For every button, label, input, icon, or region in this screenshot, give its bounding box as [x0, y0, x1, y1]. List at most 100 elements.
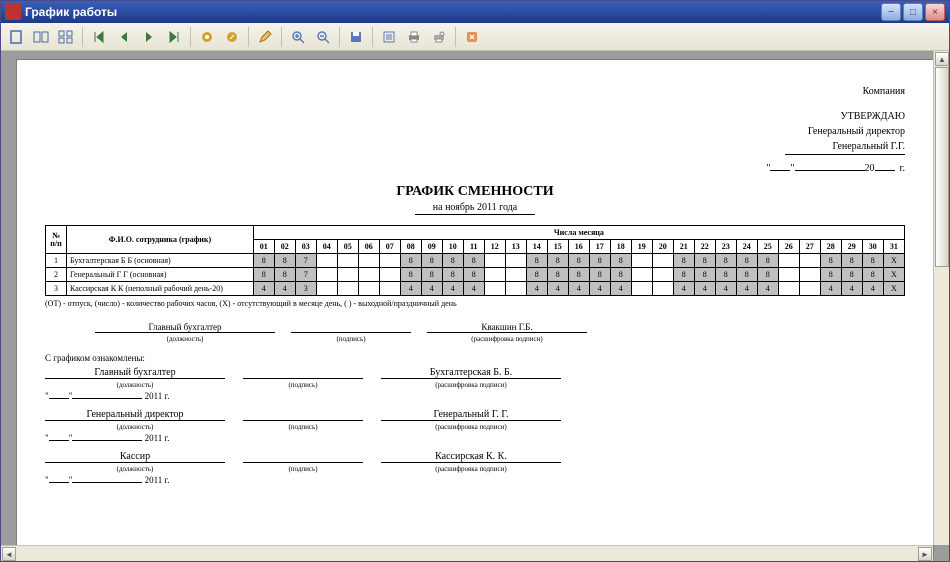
day-cell: 8: [673, 254, 694, 268]
approve-label: УТВЕРЖДАЮ: [45, 109, 905, 124]
day-cell: [337, 254, 358, 268]
toolbar: [1, 23, 949, 51]
day-cell: 8: [442, 254, 463, 268]
day-cell: X: [883, 254, 904, 268]
day-header: 29: [841, 240, 862, 254]
settings2-icon[interactable]: [221, 26, 243, 48]
day-cell: 8: [568, 254, 589, 268]
day-cell: [505, 254, 526, 268]
day-cell: 4: [841, 282, 862, 296]
day-cell: [631, 282, 652, 296]
day-header: 19: [631, 240, 652, 254]
day-cell: 8: [568, 268, 589, 282]
day-cell: [652, 268, 673, 282]
single-page-icon[interactable]: [5, 26, 27, 48]
export-icon[interactable]: [378, 26, 400, 48]
next-page-icon[interactable]: [138, 26, 160, 48]
multi-page-icon[interactable]: [55, 26, 77, 48]
day-cell: 8: [736, 254, 757, 268]
day-header: 20: [652, 240, 673, 254]
day-header: 24: [736, 240, 757, 254]
day-cell: [316, 282, 337, 296]
day-cell: 4: [400, 282, 421, 296]
day-header: 22: [694, 240, 715, 254]
separator: [82, 27, 83, 47]
day-header: 21: [673, 240, 694, 254]
titlebar: График работы − □ ×: [1, 1, 949, 23]
print-icon[interactable]: [403, 26, 425, 48]
close-button[interactable]: ×: [925, 3, 945, 21]
content-area: Компания УТВЕРЖДАЮ Генеральный директор …: [1, 51, 949, 561]
ack-position: Кассир: [45, 451, 225, 463]
day-cell: [799, 282, 820, 296]
exit-icon[interactable]: [461, 26, 483, 48]
day-cell: [505, 282, 526, 296]
day-cell: [358, 254, 379, 268]
day-cell: [484, 254, 505, 268]
settings-icon[interactable]: [196, 26, 218, 48]
acquainted-label: С графиком ознакомлены:: [45, 353, 905, 363]
day-header: 08: [400, 240, 421, 254]
app-window: График работы − □ ×: [0, 0, 950, 562]
separator: [372, 27, 373, 47]
ack-position: Генеральный директор: [45, 409, 225, 421]
approver-position: Генеральный директор: [45, 124, 905, 139]
separator: [248, 27, 249, 47]
day-cell: 4: [673, 282, 694, 296]
day-cell: 8: [526, 254, 547, 268]
day-cell: 8: [442, 268, 463, 282]
day-cell: 4: [421, 282, 442, 296]
day-cell: 8: [715, 254, 736, 268]
day-cell: [484, 282, 505, 296]
position-label: (должность): [167, 335, 204, 343]
vertical-scrollbar[interactable]: ▲: [933, 51, 949, 545]
prev-page-icon[interactable]: [113, 26, 135, 48]
day-cell: 8: [715, 268, 736, 282]
app-icon: [5, 4, 21, 20]
row-number: 1: [46, 254, 67, 268]
day-cell: X: [883, 268, 904, 282]
last-page-icon[interactable]: [163, 26, 185, 48]
day-header: 28: [820, 240, 841, 254]
ack-date-row: "" 2011 г.: [45, 475, 905, 485]
day-cell: 4: [862, 282, 883, 296]
edit-icon[interactable]: [254, 26, 276, 48]
ack-date-row: "" 2011 г.: [45, 433, 905, 443]
main-sign-position: Главный бухгалтер: [95, 322, 275, 333]
day-cell: [799, 254, 820, 268]
window-title: График работы: [25, 5, 881, 19]
zoom-in-icon[interactable]: [287, 26, 309, 48]
day-header: 15: [547, 240, 568, 254]
day-cell: 8: [841, 254, 862, 268]
approver-name: Генеральный Г.Г.: [785, 139, 905, 155]
save-icon[interactable]: [345, 26, 367, 48]
day-cell: 8: [820, 254, 841, 268]
day-cell: [316, 254, 337, 268]
separator: [339, 27, 340, 47]
day-header: 06: [358, 240, 379, 254]
two-page-icon[interactable]: [30, 26, 52, 48]
day-cell: [778, 254, 799, 268]
day-cell: 8: [589, 254, 610, 268]
day-cell: 3: [295, 282, 316, 296]
col-days-header: Числа месяца: [253, 226, 904, 240]
minimize-button[interactable]: −: [881, 3, 901, 21]
day-cell: 8: [694, 254, 715, 268]
day-cell: 8: [610, 254, 631, 268]
ack-signature: [243, 451, 363, 463]
ack-signature: [243, 409, 363, 421]
first-page-icon[interactable]: [88, 26, 110, 48]
day-header: 18: [610, 240, 631, 254]
day-cell: [652, 282, 673, 296]
horizontal-scrollbar[interactable]: ◄ ►: [1, 545, 933, 561]
day-cell: 4: [463, 282, 484, 296]
day-cell: [778, 268, 799, 282]
day-cell: 4: [253, 282, 274, 296]
day-cell: [337, 282, 358, 296]
zoom-out-icon[interactable]: [312, 26, 334, 48]
print-preview-icon[interactable]: [428, 26, 450, 48]
day-cell: 4: [568, 282, 589, 296]
col-number: № п/п: [46, 226, 67, 254]
day-cell: 8: [694, 268, 715, 282]
maximize-button[interactable]: □: [903, 3, 923, 21]
